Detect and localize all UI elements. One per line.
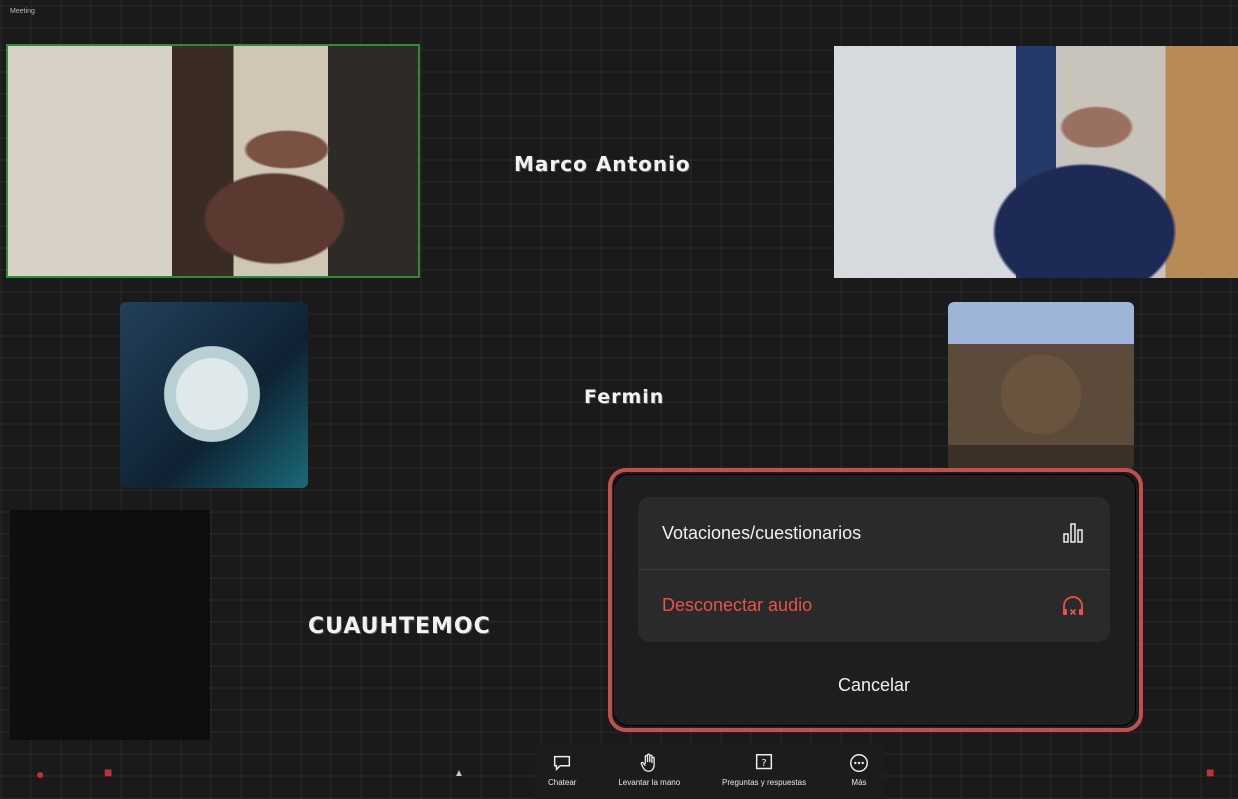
window-title: Meeting <box>10 8 35 15</box>
headphones-disconnect-icon <box>1063 595 1083 615</box>
participant-video-3[interactable] <box>948 302 1134 470</box>
menu-group: Votaciones/cuestionarios Desconectar aud… <box>638 497 1110 642</box>
bottom-toolbar: Chatear Levantar la mano ? Preguntas y r… <box>534 744 884 799</box>
participant-name-cuauhtemoc: CUAUHTEMOC <box>308 614 491 639</box>
meeting-stage: Meeting Marco Antonio Fermin CUAUHTEMOC … <box>0 0 1238 799</box>
raise-hand-icon <box>640 753 656 772</box>
participant-avatar-logo[interactable] <box>120 302 308 488</box>
mic-muted-icon[interactable]: ● <box>36 766 44 782</box>
polls-label: Votaciones/cuestionarios <box>662 522 862 543</box>
share-icon[interactable]: ▲ <box>454 768 464 779</box>
bar-chart-icon <box>1063 523 1083 543</box>
chat-button[interactable]: Chatear <box>548 752 576 787</box>
video-off-icon[interactable]: ■ <box>104 764 112 780</box>
chat-label: Chatear <box>548 778 577 787</box>
raise-hand-label: Levantar la mano <box>618 778 681 787</box>
qa-label: Preguntas y respuestas <box>722 778 807 787</box>
cancel-button[interactable]: Cancelar <box>638 657 1110 713</box>
participant-name-fermin: Fermin <box>584 386 665 408</box>
more-options-popup: Votaciones/cuestionarios Desconectar aud… <box>614 475 1135 725</box>
more-label: Más <box>851 778 867 787</box>
raise-hand-button[interactable]: Levantar la mano <box>618 752 680 787</box>
more-icon <box>849 754 868 772</box>
logo-image <box>156 338 268 450</box>
disconnect-audio-menu-item[interactable]: Desconectar audio <box>638 569 1110 641</box>
disconnect-audio-label: Desconectar audio <box>662 595 813 615</box>
participant-video-1[interactable] <box>6 44 420 278</box>
svg-text:?: ? <box>761 758 766 769</box>
qa-button[interactable]: ? Preguntas y respuestas <box>722 752 806 787</box>
leave-icon[interactable]: ■ <box>1206 764 1214 780</box>
participant-video-2[interactable] <box>834 46 1238 278</box>
more-button[interactable]: Más <box>848 752 870 787</box>
participant-name-marco: Marco Antonio <box>514 152 691 176</box>
polls-menu-item[interactable]: Votaciones/cuestionarios <box>638 497 1110 569</box>
participant-tile-empty <box>10 510 210 740</box>
chat-icon <box>554 755 571 772</box>
qa-icon: ? <box>755 754 773 770</box>
